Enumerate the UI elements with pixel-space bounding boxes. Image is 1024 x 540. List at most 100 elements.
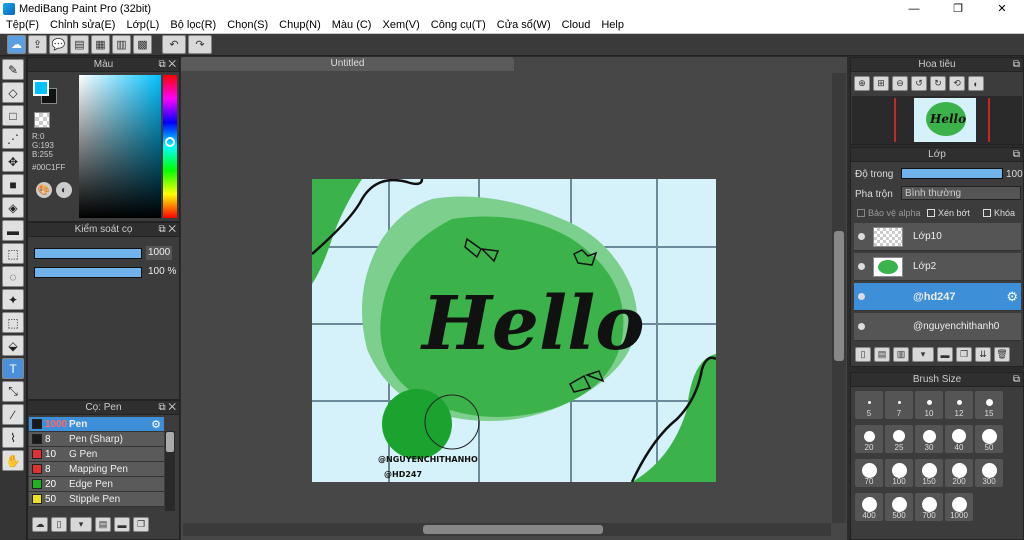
drawing-canvas[interactable]: Hello @NGUYENCHITHANHO @HD247 xyxy=(312,179,716,482)
layer-item[interactable]: @hd247 ⚙ xyxy=(854,283,1021,311)
new-halftone-layer-icon[interactable]: ▤ xyxy=(874,347,890,362)
comment-icon[interactable]: ▤ xyxy=(70,35,89,54)
protect-alpha-checkbox[interactable] xyxy=(857,209,865,217)
visibility-icon[interactable] xyxy=(858,233,865,240)
panel-undock-icon[interactable]: ⧉ xyxy=(1013,58,1020,72)
brush-list-scrollbar[interactable] xyxy=(165,431,175,511)
new-layer-icon[interactable]: ▯ xyxy=(855,347,871,362)
color-history-icon[interactable]: ◐ xyxy=(56,182,72,198)
visibility-icon[interactable] xyxy=(858,263,865,270)
brush-size-item[interactable]: 50 xyxy=(975,425,1003,453)
palette-icon[interactable]: 🎨 xyxy=(36,182,52,198)
restore-button[interactable]: ❐ xyxy=(936,0,980,17)
brush-size-item[interactable]: 7 xyxy=(885,391,913,419)
panel-undock-icon[interactable]: ⧉ xyxy=(1013,373,1020,387)
brush-size-item[interactable]: 25 xyxy=(885,425,913,453)
layer-folder-icon[interactable]: ▬ xyxy=(937,347,953,362)
brush-size-item[interactable]: 10 xyxy=(915,391,943,419)
zoom-out-icon[interactable]: ⊖ xyxy=(892,76,908,91)
folder-icon[interactable]: ▬ xyxy=(114,517,130,532)
brush-size-slider[interactable] xyxy=(34,248,142,259)
brush-opacity-slider[interactable] xyxy=(34,267,142,278)
brush-size-item[interactable]: 20 xyxy=(855,425,883,453)
redo-icon[interactable]: ↷ xyxy=(188,35,212,54)
flip-icon[interactable]: ◐ xyxy=(968,76,984,91)
text-tool-icon[interactable]: T xyxy=(2,358,24,379)
select-eraser-tool-icon[interactable]: ⬙ xyxy=(2,335,24,356)
layer-opacity-slider[interactable] xyxy=(901,168,1003,179)
menu-edit[interactable]: Chỉnh sửa(E) xyxy=(44,19,120,31)
visibility-icon[interactable] xyxy=(858,323,865,330)
menu-snap[interactable]: Chụp(N) xyxy=(273,19,326,31)
saturation-value-picker[interactable] xyxy=(79,75,161,218)
brush-size-item[interactable]: 100 xyxy=(885,459,913,487)
brush-item[interactable]: 8 Mapping Pen xyxy=(29,462,164,477)
lock-checkbox[interactable] xyxy=(983,209,991,217)
layer-item[interactable]: Lớp10 xyxy=(854,223,1021,251)
cloud-icon[interactable]: ☁ xyxy=(7,35,26,54)
brush-size-item[interactable]: 5 xyxy=(855,391,883,419)
menu-select[interactable]: Chọn(S) xyxy=(221,19,273,31)
eyedropper-tool-icon[interactable]: ⌇ xyxy=(2,427,24,448)
hue-handle[interactable] xyxy=(165,137,175,147)
select-pen-tool-icon[interactable]: ⬚ xyxy=(2,312,24,333)
menu-cloud[interactable]: Cloud xyxy=(556,19,596,31)
brush-size-item[interactable]: 500 xyxy=(885,493,913,521)
zoom-fit-icon[interactable]: ⊞ xyxy=(873,76,889,91)
transparent-color-swatch[interactable] xyxy=(34,112,50,128)
rotate-right-icon[interactable]: ↻ xyxy=(930,76,946,91)
brush-size-item[interactable]: 700 xyxy=(915,493,943,521)
select-rect-tool-icon[interactable]: ⬚ xyxy=(2,243,24,264)
menu-filter[interactable]: Bộ lọc(R) xyxy=(164,19,221,31)
fill-rect-tool-icon[interactable]: ■ xyxy=(2,174,24,195)
page-icon[interactable]: ▦ xyxy=(91,35,110,54)
vertical-scrollbar[interactable] xyxy=(832,73,846,523)
menu-view[interactable]: Xem(V) xyxy=(376,19,424,31)
move-tool-icon[interactable]: ✥ xyxy=(2,151,24,172)
gear-icon[interactable]: ⚙ xyxy=(1006,289,1018,305)
brush-item[interactable]: 50 Stipple Pen xyxy=(29,492,164,507)
foreground-color-swatch[interactable] xyxy=(33,80,49,96)
add-layer-menu-icon[interactable]: ▾ xyxy=(912,347,934,362)
blend-mode-select[interactable]: Bình thường xyxy=(901,186,1021,200)
clipping-checkbox[interactable] xyxy=(927,209,935,217)
menu-tools[interactable]: Công cụ(T) xyxy=(425,19,491,31)
bucket-tool-icon[interactable]: ◈ xyxy=(2,197,24,218)
menu-layer[interactable]: Lớp(L) xyxy=(120,19,164,31)
upload-icon[interactable]: ⇪ xyxy=(28,35,47,54)
rectangle-tool-icon[interactable]: □ xyxy=(2,105,24,126)
operation-tool-icon[interactable]: ⤡ xyxy=(2,381,24,402)
navigator-preview[interactable]: Hello xyxy=(852,96,1022,144)
brush-item[interactable]: 10 G Pen xyxy=(29,447,164,462)
cloud-brush-icon[interactable]: ☁ xyxy=(32,517,48,532)
minimize-button[interactable]: — xyxy=(892,0,936,17)
document-tab[interactable]: Untitled xyxy=(181,57,514,71)
rotate-left-icon[interactable]: ↺ xyxy=(911,76,927,91)
undo-icon[interactable]: ↶ xyxy=(162,35,186,54)
brush-size-value[interactable]: 1000 xyxy=(146,246,172,260)
merge-layer-icon[interactable]: ⇊ xyxy=(975,347,991,362)
visibility-icon[interactable] xyxy=(858,293,865,300)
horizontal-scrollbar[interactable] xyxy=(183,523,831,536)
brush-item[interactable]: 1000 Pen ⚙ xyxy=(29,417,164,432)
brush-tool-icon[interactable]: ✎ xyxy=(2,59,24,80)
menu-help[interactable]: Help xyxy=(595,19,629,31)
panel-close-icon[interactable]: ⧉ ✕ xyxy=(158,223,176,237)
brush-item[interactable]: 8 Pen (Sharp) xyxy=(29,432,164,447)
panel-undock-icon[interactable]: ⧉ xyxy=(1013,148,1020,162)
brush-item[interactable]: 20 Edge Pen xyxy=(29,477,164,492)
hand-tool-icon[interactable]: ✋ xyxy=(2,450,24,471)
copy-brush-icon[interactable]: ❐ xyxy=(133,517,149,532)
close-button[interactable]: ✕ xyxy=(980,0,1024,17)
menu-file[interactable]: Tệp(F) xyxy=(0,19,44,31)
layer-item[interactable]: @nguyenchithanh0 xyxy=(854,313,1021,341)
brush-size-item[interactable]: 40 xyxy=(945,425,973,453)
rotate-reset-icon[interactable]: ⟲ xyxy=(949,76,965,91)
new-brush-icon[interactable]: ▯ xyxy=(51,517,67,532)
panel-close-icon[interactable]: ⧉ ✕ xyxy=(158,58,176,72)
brush-settings-icon[interactable]: ▤ xyxy=(95,517,111,532)
brush-size-item[interactable]: 70 xyxy=(855,459,883,487)
brush-size-item[interactable]: 400 xyxy=(855,493,883,521)
speech-bubble-icon[interactable]: 💬 xyxy=(49,35,68,54)
brush-size-item[interactable]: 15 xyxy=(975,391,1003,419)
